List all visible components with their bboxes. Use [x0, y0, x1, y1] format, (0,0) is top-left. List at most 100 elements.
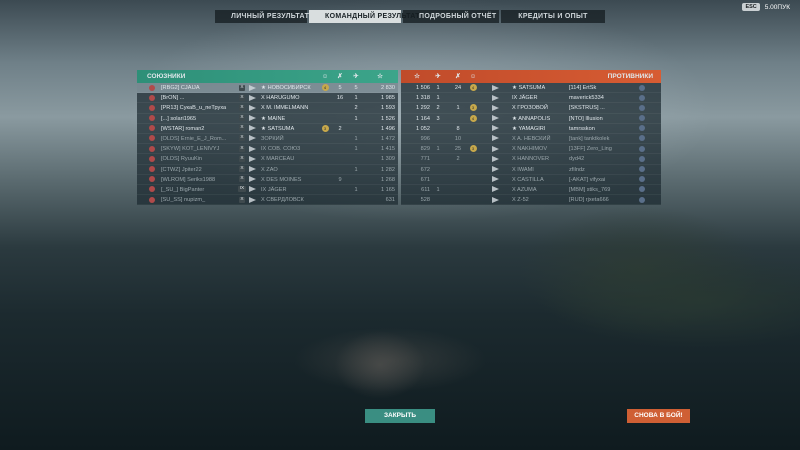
enemy-row[interactable]: 1 506 1 24 4 ★ SATSUMA [114] ErtSk [401, 83, 661, 94]
kills-value [333, 185, 347, 195]
esc-key[interactable]: ESC [742, 3, 760, 11]
rank-icon [149, 154, 157, 164]
tier-badge: X [238, 103, 246, 113]
ace-value [319, 134, 331, 144]
ship-class-icon [492, 134, 506, 144]
enemy-row[interactable]: 672 X IWAMI zfilndz [401, 164, 661, 175]
ship-name: X A. НЕВСКИЙ [512, 135, 551, 142]
kills-value: 8 [456, 125, 460, 132]
xp-value: 1 268 [381, 176, 395, 183]
xp-value: 1 282 [381, 166, 395, 173]
ally-row[interactable]: [SKYW] KOT_LENIVYJ X IX COB. COЮ3 1 1 415 [137, 144, 398, 155]
rank-icon [149, 114, 157, 124]
ally-row[interactable]: [WLROM] Seriks1988 X X DES MOINES 9 1 268 [137, 174, 398, 185]
ace-badge: 3 [469, 104, 477, 112]
ally-row[interactable]: [WSTAR] roman2 X ★ SATSUMA 3 2 1 496 [137, 123, 398, 134]
ship-name: X СВЕРДЛОВСК [261, 197, 304, 204]
tier-label: X [238, 196, 246, 203]
planes-value [349, 175, 363, 185]
rank-icon [637, 165, 647, 175]
ace-value: 4 [319, 83, 331, 93]
enemy-row[interactable]: 771 2 X HANNOVER dyd42 [401, 154, 661, 165]
ace-value [467, 124, 479, 134]
kills-value [451, 175, 465, 185]
player-name: [RUD] rjxeta666 [569, 197, 609, 204]
ally-row[interactable]: [OLDS] Ernie_E_J_Rom... X ЗОРКИЙ 1 1 472 [137, 133, 398, 145]
ship-silhouette [320, 320, 440, 410]
ally-row[interactable]: [CTWZ] Jpiter22 X X ZAO 1 1 282 [137, 164, 398, 175]
ship-name: ★ НОВОСИБИРСК [261, 85, 311, 91]
fight-again-button[interactable]: СНОВА В БОЙ! [627, 409, 690, 423]
xp-value: 829 [420, 146, 430, 153]
close-button[interactable]: ЗАКРЫТЬ [365, 409, 435, 423]
ship-name: X Z-52 [512, 197, 529, 204]
ship-name: X HARUGUMO [261, 95, 300, 102]
tab-credits[interactable]: КРЕДИТЫ И ОПЫТ [501, 10, 605, 23]
rank-icon [149, 103, 157, 113]
tab-detailed[interactable]: ПОДРОБНЫЙ ОТЧЁТ [403, 10, 499, 23]
ship-name: X HANNOVER [512, 156, 549, 163]
ace-value [467, 185, 479, 195]
kills-value [333, 103, 347, 113]
ship-class-icon [492, 93, 506, 103]
rank-icon [149, 165, 157, 175]
planes-value: 5 [354, 85, 358, 91]
xp-value: 1 165 [381, 186, 395, 193]
tier-label: X [238, 176, 246, 183]
enemy-row[interactable]: 1 164 3 4 ★ ANNAPOLIS [NTO] Illusion [401, 113, 661, 124]
kills-value: 1 [456, 105, 460, 112]
ally-row[interactable]: [OLDS] RyuuKin X X MARCEAU 1 309 [137, 154, 398, 165]
kills-value [451, 195, 465, 205]
ally-row[interactable]: [RBG2] CJAIJA X ★ НОВОСИБИРСК 4 5 5 2 830 [137, 83, 398, 94]
ship-class-icon [249, 83, 259, 93]
planes-column-icon: ✈ [435, 73, 441, 80]
enemy-row[interactable]: 671 X CASTILLA [-AKAT] vifyxai [401, 174, 661, 185]
ally-row[interactable]: [BrON] ... X X HARUGUMO 16 1 1 985 [137, 93, 398, 104]
tab-team[interactable]: КОМАНДНЫЙ РЕЗУЛЬТАТ [309, 10, 420, 23]
player-name: maverick5334 [569, 95, 604, 102]
ship-class-icon [249, 165, 259, 175]
enemy-row[interactable]: 1 292 2 1 3 X ГРОЗОВОЙ [SKSTRUS] ... [401, 103, 661, 114]
ship-class-icon [249, 114, 259, 124]
enemy-row[interactable]: 996 10 X A. НЕВСКИЙ [tank] tanktkolek [401, 133, 661, 145]
xp-value: 1 309 [381, 156, 395, 163]
ship-name: X IWAMI [512, 166, 534, 173]
rank-icon [149, 93, 157, 103]
rank-icon [637, 83, 647, 93]
player-name: [114] ErtSk [569, 85, 597, 91]
rank-icon [637, 195, 647, 205]
rank-icon [149, 124, 157, 134]
tier-badge: X [238, 165, 246, 175]
enemy-row[interactable]: 829 1 25 3 X NAKHIMOV [13FF] Zero_Ling [401, 144, 661, 155]
ship-name: IX COB. COЮ3 [261, 146, 301, 153]
kills-value [333, 114, 347, 124]
ally-row[interactable]: [...] solari1965 X ★ MAINE 1 1 526 [137, 113, 398, 124]
player-name: [MBM] stiks_769 [569, 186, 611, 193]
planes-column-icon: ✈ [353, 73, 359, 80]
ace-value [319, 93, 331, 103]
tab-personal[interactable]: ЛИЧНЫЙ РЕЗУЛЬТАТ [215, 10, 309, 23]
ally-row[interactable]: [SU_SS] nupizm_ X X СВЕРДЛОВСК 631 [137, 195, 398, 206]
ally-row[interactable]: [_SU_] BigPanter IX IX JÄGER 1 1 165 [137, 184, 398, 196]
enemy-row[interactable]: 528 X Z-52 [RUD] rjxeta666 [401, 195, 661, 206]
ally-row[interactable]: [PR13] СукаВ_u_пеТруха X X M. IMMELMANN 2 1 … [137, 103, 398, 114]
tier-badge: IX [238, 185, 246, 195]
enemy-row[interactable]: 611 1 X AZUMA [MBM] stiks_769 [401, 184, 661, 196]
kills-value: 16 [336, 95, 344, 102]
player-name: [-AKAT] vifyxai [569, 176, 606, 183]
enemy-row[interactable]: 1 052 8 ★ YAMAGIRI tamrsskon [401, 123, 661, 134]
planes-value: 1 [354, 146, 358, 153]
xp-value: 1 496 [381, 125, 395, 132]
rank-icon [149, 185, 157, 195]
player-name: [SKSTRUS] ... [569, 105, 605, 112]
ship-class-icon [492, 165, 506, 175]
enemy-row[interactable]: 1 318 1 IX JÄGER maverick5334 [401, 93, 661, 104]
ship-class-icon [492, 124, 506, 134]
ace-value [467, 93, 479, 103]
rank-icon [149, 134, 157, 144]
ace-value [319, 185, 331, 195]
tier-label: X [238, 84, 246, 91]
planes-value: 1 [436, 186, 440, 193]
planes-value [431, 195, 445, 205]
player-name: [SU_SS] nupizm_ [161, 197, 206, 204]
